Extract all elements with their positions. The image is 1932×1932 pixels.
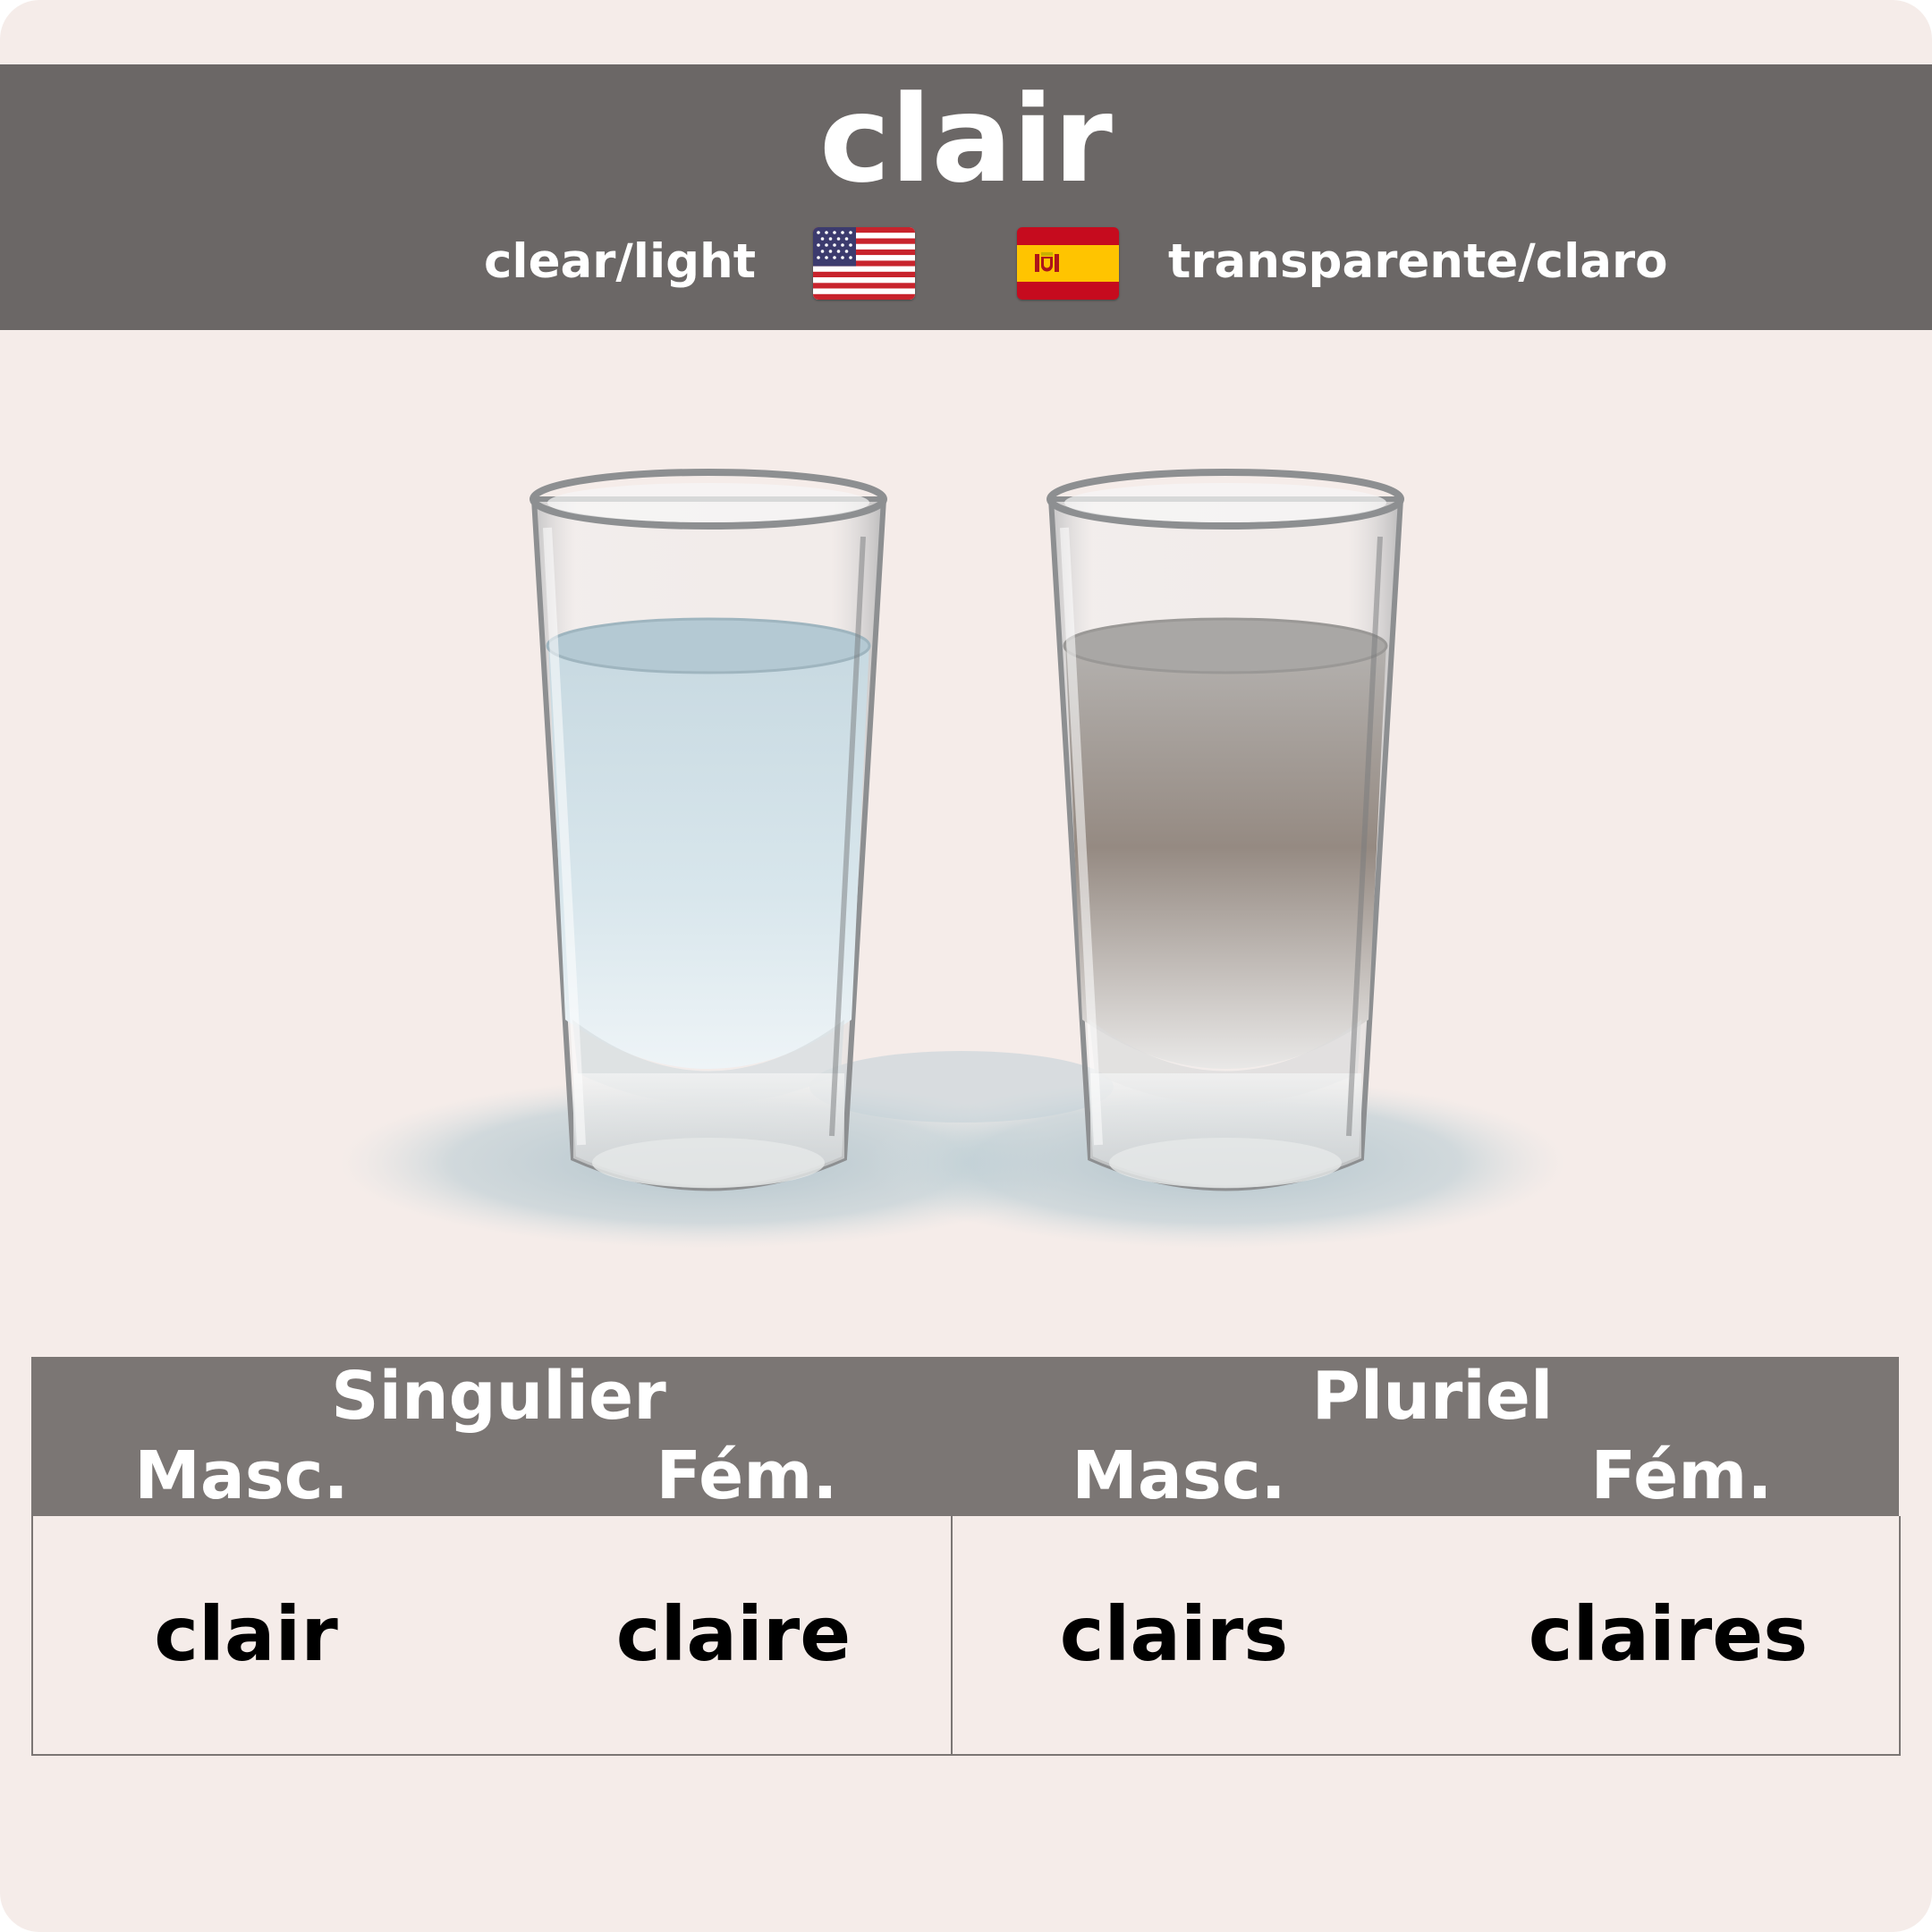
plural-heading: Pluriel <box>1311 1358 1554 1435</box>
plural-masculine-heading: Masc. <box>1072 1437 1286 1514</box>
singular-feminine-heading: Fém. <box>656 1437 838 1514</box>
vocabulary-card: clair clear/light transparente/claro Sin… <box>0 0 1932 1932</box>
singular-heading: Singulier <box>331 1358 666 1435</box>
clear-water-glass <box>530 469 887 1191</box>
singular-masculine-form: clair <box>154 1590 338 1678</box>
plural-masculine-form: clairs <box>1059 1590 1289 1678</box>
cloudy-water-glass <box>1046 469 1404 1191</box>
table-column-divider <box>951 1516 953 1756</box>
plural-feminine-heading: Fém. <box>1590 1437 1773 1514</box>
plural-feminine-form: claires <box>1528 1590 1809 1678</box>
singular-feminine-form: claire <box>615 1590 852 1678</box>
singular-masculine-heading: Masc. <box>134 1437 349 1514</box>
